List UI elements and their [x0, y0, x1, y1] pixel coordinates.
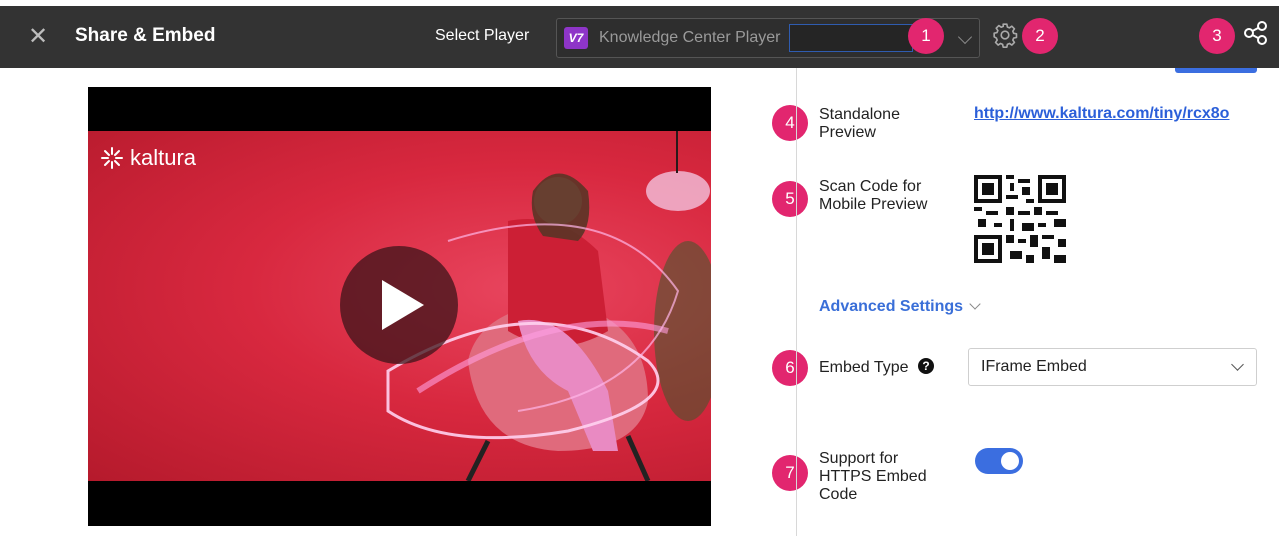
- qr-code: [974, 175, 1066, 263]
- top-bar: ✕ Share & Embed Select Player V7 Knowled…: [0, 6, 1279, 68]
- video-thumbnail: kaltura: [88, 131, 711, 481]
- kaltura-logo-icon: [101, 147, 123, 169]
- top-button-edge[interactable]: [1175, 68, 1257, 73]
- help-icon[interactable]: ?: [918, 358, 934, 374]
- kaltura-logo: kaltura: [100, 145, 196, 171]
- share-icon[interactable]: [1242, 20, 1270, 46]
- embed-type-label: Embed Type: [819, 359, 909, 376]
- callout-1: 1: [908, 18, 944, 54]
- gear-icon[interactable]: [992, 22, 1018, 48]
- callout-4: 4: [772, 105, 808, 141]
- play-button[interactable]: [340, 246, 458, 364]
- player-version-badge: V7: [564, 27, 588, 49]
- video-player[interactable]: kaltura: [88, 87, 711, 526]
- play-icon: [382, 280, 424, 330]
- player-search-input[interactable]: [789, 24, 913, 52]
- standalone-preview-label: Standalone Preview: [819, 106, 900, 141]
- panel-divider: [796, 68, 797, 536]
- toggle-knob: [1001, 452, 1019, 470]
- chevron-down-icon[interactable]: [957, 29, 973, 45]
- callout-2: 2: [1022, 18, 1058, 54]
- standalone-preview-link[interactable]: http://www.kaltura.com/tiny/rcx8o: [974, 105, 1229, 123]
- chevron-down-icon: [1231, 358, 1244, 371]
- callout-7: 7: [772, 455, 808, 491]
- embed-type-value: IFrame Embed: [981, 358, 1087, 375]
- callout-3: 3: [1199, 18, 1235, 54]
- chevron-down-icon: [969, 298, 981, 310]
- callout-5: 5: [772, 181, 808, 217]
- callout-6: 6: [772, 350, 808, 386]
- select-player-label: Select Player: [435, 27, 530, 44]
- scan-code-label: Scan Code for Mobile Preview: [819, 178, 928, 213]
- https-embed-label: Support for HTTPS Embed Code: [819, 450, 927, 503]
- advanced-settings-toggle[interactable]: Advanced Settings: [819, 298, 981, 316]
- advanced-settings-label: Advanced Settings: [819, 298, 964, 315]
- embed-type-select[interactable]: IFrame Embed: [968, 348, 1257, 386]
- close-icon[interactable]: ✕: [24, 23, 52, 51]
- player-name: Knowledge Center Player: [599, 29, 781, 46]
- kaltura-logo-text: kaltura: [130, 145, 197, 170]
- page-title: Share & Embed: [75, 25, 216, 46]
- https-embed-toggle[interactable]: [975, 448, 1023, 474]
